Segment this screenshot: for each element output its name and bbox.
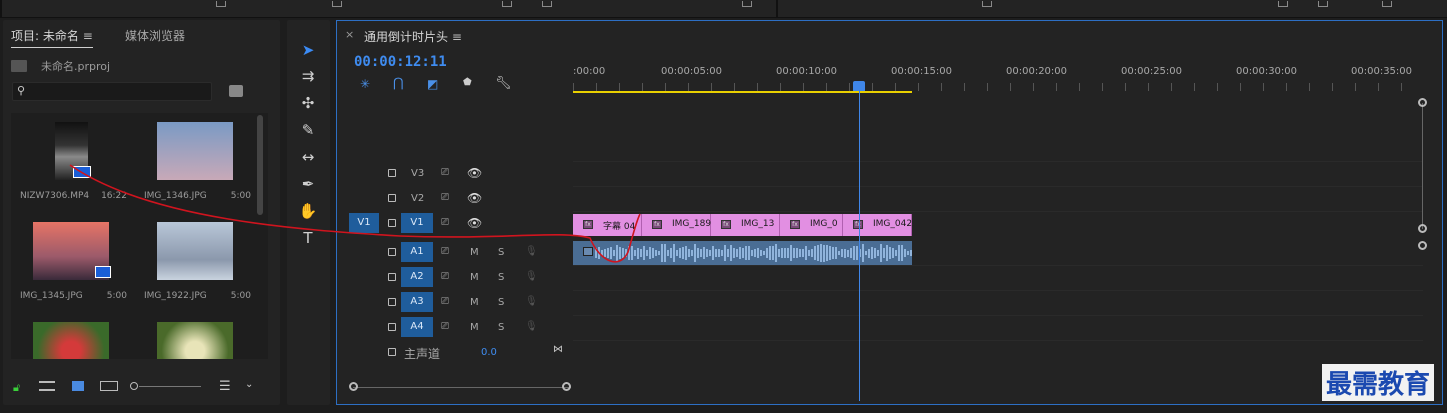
- annotation-overlay: [69, 164, 641, 263]
- annotation-arrow: [69, 164, 641, 263]
- watermark-logo: 最需教育: [1322, 364, 1435, 401]
